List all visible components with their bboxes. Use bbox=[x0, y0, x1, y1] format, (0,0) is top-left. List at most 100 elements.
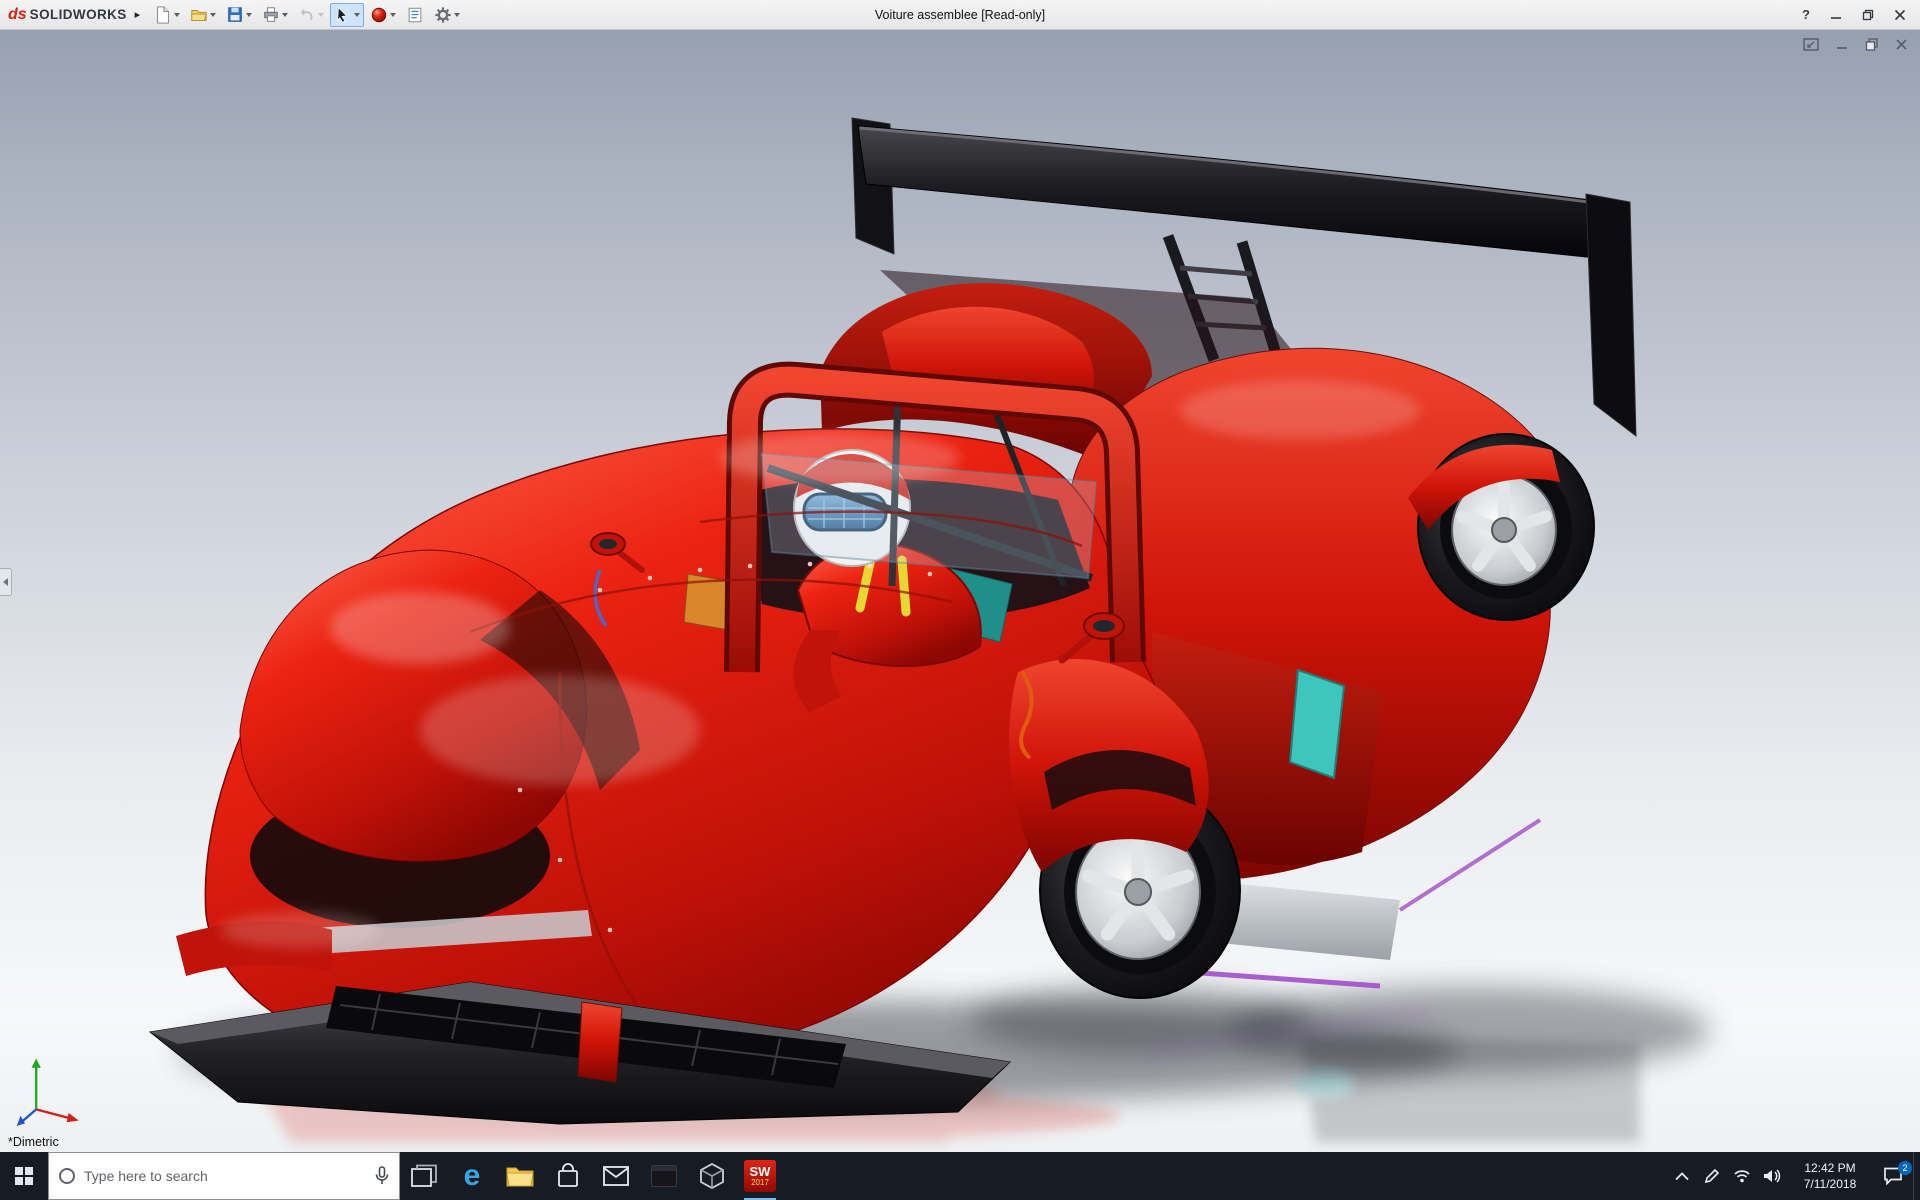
restore-document-icon bbox=[1865, 38, 1878, 51]
action-center-button[interactable]: 2 bbox=[1873, 1152, 1913, 1200]
splitter-pylon bbox=[577, 1001, 623, 1083]
dropdown-caret-icon[interactable] bbox=[354, 12, 361, 17]
dropdown-caret-icon[interactable] bbox=[318, 12, 325, 17]
pen-icon bbox=[1704, 1168, 1720, 1184]
restore-document-button[interactable] bbox=[1865, 38, 1879, 51]
file-explorer-button[interactable] bbox=[496, 1152, 544, 1200]
solidworks-taskbar-button[interactable]: SW 2017 bbox=[736, 1152, 784, 1200]
maximize-button[interactable] bbox=[1862, 9, 1874, 21]
chevron-up-icon bbox=[1675, 1171, 1689, 1180]
minimize-icon bbox=[1831, 16, 1841, 19]
minimize-document-button[interactable] bbox=[1835, 38, 1849, 51]
select-tool-button[interactable] bbox=[330, 2, 365, 27]
close-icon bbox=[1894, 9, 1906, 20]
graphics-viewport[interactable]: *Dimetric bbox=[0, 30, 1920, 1152]
file-explorer-icon bbox=[506, 1167, 534, 1187]
mail-icon bbox=[603, 1166, 629, 1186]
notification-badge: 2 bbox=[1898, 1161, 1912, 1175]
3d-viewer-button[interactable] bbox=[688, 1152, 736, 1200]
solidworks-wordmark: SOLIDWORKS bbox=[29, 6, 127, 22]
console-button[interactable] bbox=[640, 1152, 688, 1200]
show-desktop-button[interactable] bbox=[1913, 1152, 1920, 1200]
taskbar-clock[interactable]: 12:42 PM 7/11/2018 bbox=[1787, 1160, 1873, 1192]
gear-icon bbox=[435, 6, 451, 23]
restore-icon bbox=[1862, 9, 1874, 20]
task-view-button[interactable] bbox=[400, 1152, 448, 1200]
cube-icon bbox=[700, 1163, 724, 1189]
document-window-controls bbox=[1803, 38, 1908, 51]
help-button[interactable]: ? bbox=[1802, 7, 1810, 22]
edge-button[interactable]: e bbox=[448, 1152, 496, 1200]
store-button[interactable] bbox=[544, 1152, 592, 1200]
seatbelt bbox=[897, 555, 911, 617]
save-button[interactable] bbox=[222, 3, 256, 27]
print-icon bbox=[264, 6, 278, 22]
y-axis-arrow bbox=[31, 1058, 41, 1068]
task-view-icon bbox=[411, 1164, 437, 1187]
dropdown-caret-icon[interactable] bbox=[390, 12, 397, 17]
volume-icon bbox=[1764, 1169, 1781, 1183]
window-controls: ? bbox=[1802, 7, 1912, 22]
solidworks-app-icon: SW 2017 bbox=[744, 1160, 776, 1192]
design-binder-button[interactable] bbox=[402, 3, 428, 27]
search-input[interactable] bbox=[84, 1168, 366, 1184]
solidworks-window: ds SOLIDWORKS ▸ Voiture assemblee [Read-… bbox=[0, 0, 1920, 1200]
pen-tray-button[interactable] bbox=[1697, 1152, 1727, 1200]
open-button[interactable] bbox=[186, 3, 220, 27]
start-button[interactable] bbox=[0, 1152, 48, 1200]
new-document-icon bbox=[157, 5, 170, 24]
hidden-icons-button[interactable] bbox=[1667, 1152, 1697, 1200]
network-tray-button[interactable] bbox=[1727, 1152, 1757, 1200]
close-button[interactable] bbox=[1894, 9, 1906, 21]
dropdown-caret-icon[interactable] bbox=[210, 12, 217, 17]
orientation-triad bbox=[16, 1058, 79, 1126]
search-icon bbox=[59, 1168, 75, 1184]
dropdown-caret-icon[interactable] bbox=[246, 12, 253, 17]
windows-taskbar: e bbox=[0, 1152, 1920, 1200]
mail-button[interactable] bbox=[592, 1152, 640, 1200]
minimize-document-icon bbox=[1837, 47, 1847, 49]
dropdown-caret-icon[interactable] bbox=[454, 12, 461, 17]
side-window bbox=[1288, 668, 1346, 780]
windows-logo-icon bbox=[15, 1167, 33, 1185]
select-cursor-icon bbox=[337, 6, 348, 23]
clock-date: 7/11/2018 bbox=[1803, 1177, 1857, 1191]
edge-icon: e bbox=[463, 1159, 481, 1192]
undo-icon bbox=[300, 8, 313, 20]
view-orientation-label: *Dimetric bbox=[8, 1135, 59, 1149]
print-button[interactable] bbox=[258, 3, 292, 27]
dropdown-caret-icon[interactable] bbox=[282, 12, 289, 17]
network-icon bbox=[1734, 1170, 1750, 1183]
volume-tray-button[interactable] bbox=[1757, 1152, 1787, 1200]
taskbar-search[interactable] bbox=[48, 1152, 400, 1200]
solidworks-logo: ds SOLIDWORKS bbox=[8, 6, 127, 24]
dock-document-button[interactable] bbox=[1803, 38, 1819, 51]
design-binder-icon bbox=[408, 7, 422, 22]
store-icon bbox=[558, 1163, 578, 1187]
minimize-button[interactable] bbox=[1830, 9, 1842, 21]
quick-access-toolbar bbox=[150, 2, 464, 27]
console-icon bbox=[651, 1165, 677, 1187]
appearance-sphere-icon bbox=[372, 7, 387, 22]
title-bar: ds SOLIDWORKS ▸ Voiture assemblee [Read-… bbox=[0, 0, 1920, 30]
dock-window-icon bbox=[1803, 38, 1819, 51]
clock-time: 12:42 PM bbox=[1804, 1160, 1856, 1175]
dropdown-caret-icon[interactable] bbox=[174, 12, 181, 17]
open-icon bbox=[191, 9, 207, 21]
save-icon bbox=[228, 6, 242, 22]
feature-panel-toggle[interactable] bbox=[0, 568, 12, 596]
chevron-left-icon bbox=[3, 578, 8, 586]
appearances-button[interactable] bbox=[366, 3, 400, 27]
document-title: Voiture assemblee [Read-only] bbox=[874, 7, 1046, 22]
race-car-model[interactable] bbox=[0, 30, 1920, 1152]
close-document-button[interactable] bbox=[1895, 38, 1908, 51]
system-tray: 12:42 PM 7/11/2018 2 bbox=[1667, 1152, 1920, 1200]
close-document-icon bbox=[1896, 39, 1907, 50]
microphone-icon[interactable] bbox=[375, 1166, 389, 1186]
options-button[interactable] bbox=[430, 3, 464, 27]
x-axis-arrow bbox=[66, 1113, 79, 1123]
new-document-button[interactable] bbox=[150, 3, 184, 27]
menu-flyout-arrow-icon[interactable]: ▸ bbox=[135, 8, 141, 21]
ds-logo-mark: ds bbox=[8, 5, 27, 23]
undo-button[interactable] bbox=[294, 3, 328, 27]
